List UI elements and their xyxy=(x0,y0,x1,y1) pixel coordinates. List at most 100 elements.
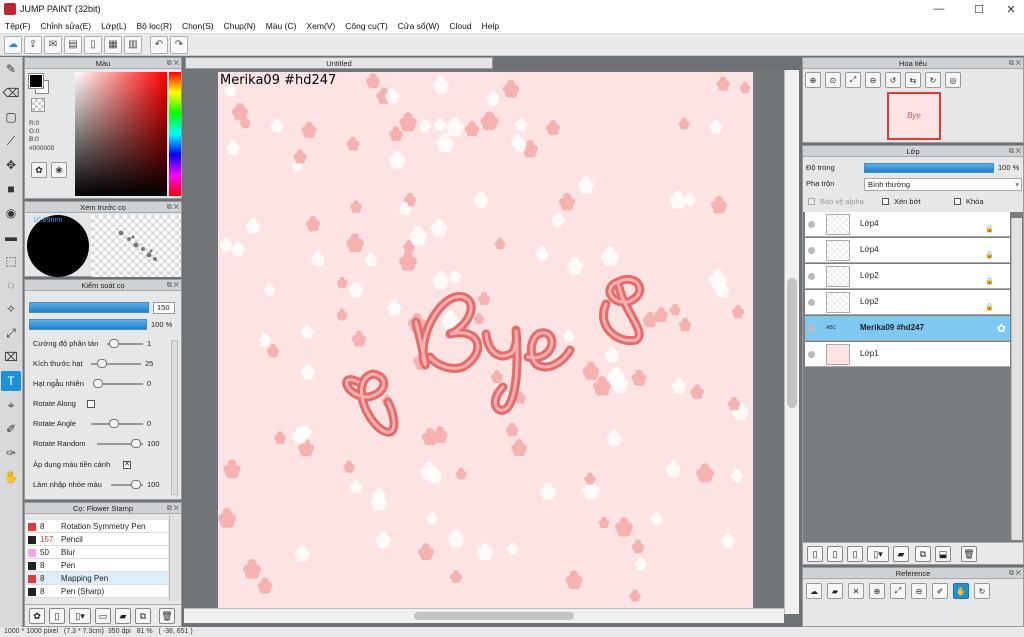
brush-opacity-slider[interactable] xyxy=(29,319,147,330)
grid-icon[interactable]: ▦ xyxy=(104,35,122,54)
eyedropper-tool-icon[interactable]: ✐ xyxy=(1,419,21,439)
zoom-in-icon[interactable]: ⊕ xyxy=(805,72,821,88)
brush-menu-icon[interactable]: ▯▾ xyxy=(69,608,91,624)
canvas-paper[interactable]: Merika09 #hd247 xyxy=(218,72,753,608)
comment-icon[interactable]: ✉ xyxy=(44,35,62,54)
reference-zoom-in-icon[interactable]: ⊕ xyxy=(869,583,885,599)
menu-window[interactable]: Cửa sổ(W) xyxy=(393,21,445,31)
brush-settings-icon[interactable]: ✿ xyxy=(29,608,45,624)
line-tool-icon[interactable]: ⟋ xyxy=(1,131,21,151)
visibility-icon[interactable] xyxy=(808,273,815,280)
transparent-swatch[interactable] xyxy=(31,98,45,112)
layer-list-scrollbar[interactable] xyxy=(1011,218,1022,540)
move-tool-icon[interactable]: ✥ xyxy=(1,155,21,175)
redo-icon[interactable]: ↷ xyxy=(170,35,188,54)
reference-hand-icon[interactable]: ✋ xyxy=(953,583,969,599)
hand-tool-icon[interactable]: ✋ xyxy=(1,467,21,487)
size-value[interactable]: 150 xyxy=(153,302,175,314)
menu-view[interactable]: Xem(V) xyxy=(301,21,340,31)
canvas-vertical-scrollbar[interactable] xyxy=(784,70,799,614)
visibility-icon[interactable] xyxy=(808,325,815,332)
layer-lock-icon[interactable]: 🔒 xyxy=(985,251,994,259)
minimize-button[interactable]: — xyxy=(922,0,956,18)
blend-mode-select[interactable]: Bình thường ▾ xyxy=(864,178,1022,191)
magic-wand-tool-icon[interactable]: ✧ xyxy=(1,299,21,319)
select-pen-tool-icon[interactable]: ⤢ xyxy=(1,323,21,343)
lock-checkbox[interactable] xyxy=(954,198,961,205)
saturation-value-picker[interactable] xyxy=(75,72,167,196)
export-icon[interactable]: ⇪ xyxy=(24,35,42,54)
menu-layer[interactable]: Lớp(L) xyxy=(96,21,131,31)
reference-cloud-icon[interactable]: ☁ xyxy=(806,583,822,599)
fill-select-tool-icon[interactable]: ⌖ xyxy=(1,395,21,415)
menu-capture[interactable]: Chụp(N) xyxy=(219,21,261,31)
brush-duplicate-icon[interactable]: ⧉ xyxy=(135,608,151,624)
text-tool-icon[interactable]: T xyxy=(1,371,21,391)
layer-lock-icon[interactable]: 🔒 xyxy=(985,303,994,311)
reference-fit-icon[interactable]: ⤢ xyxy=(890,583,906,599)
visibility-icon[interactable] xyxy=(808,221,815,228)
panel-buttons-icon[interactable]: ⧉ ✕ xyxy=(1009,568,1021,579)
undo-icon[interactable]: ↶ xyxy=(150,35,168,54)
layer-row[interactable]: Lớp2 🔒 xyxy=(805,264,1010,289)
color-wheel-icon[interactable]: ✿ xyxy=(31,162,47,178)
visibility-icon[interactable] xyxy=(808,299,815,306)
palette-icon[interactable]: ❀ xyxy=(51,162,67,178)
brush-item[interactable]: 50 Blur xyxy=(26,546,168,559)
panel-buttons-icon[interactable]: ⧉ ✕ xyxy=(167,58,179,69)
brush-tool-icon[interactable]: ✎ xyxy=(1,59,21,79)
new-layer-2-icon[interactable]: ▯ xyxy=(827,546,843,562)
menu-help[interactable]: Help xyxy=(477,21,504,31)
flip-icon[interactable]: ⇆ xyxy=(905,72,921,88)
rectangle-tool-icon[interactable]: ▢ xyxy=(1,107,21,127)
menu-select[interactable]: Chọn(S) xyxy=(177,21,219,31)
brush-folder-icon[interactable]: ▰ xyxy=(115,608,131,624)
protect-alpha-checkbox[interactable] xyxy=(808,198,815,205)
panel-buttons-icon[interactable]: ⧉ ✕ xyxy=(167,503,179,514)
apply-fg-color-checkbox[interactable]: ✕ xyxy=(123,461,131,469)
merge-layer-icon[interactable]: ⬓ xyxy=(935,546,951,562)
panel-buttons-icon[interactable]: ⧉ ✕ xyxy=(167,280,179,291)
visibility-icon[interactable] xyxy=(808,351,815,358)
menu-color[interactable]: Màu (C) xyxy=(261,21,302,31)
zoom-100-icon[interactable]: ⊙ xyxy=(825,72,841,88)
visibility-icon[interactable] xyxy=(808,247,815,254)
brush-copy-icon[interactable]: ▭ xyxy=(95,608,111,624)
reset-view-icon[interactable]: ◎ xyxy=(945,72,961,88)
menu-file[interactable]: Tệp(F) xyxy=(0,21,36,31)
pen-tool-icon[interactable]: ✑ xyxy=(1,443,21,463)
clipping-checkbox[interactable] xyxy=(882,198,889,205)
delete-brush-icon[interactable]: 🗑 xyxy=(159,608,175,624)
close-button[interactable]: ✕ xyxy=(994,0,1024,18)
rotate-left-icon[interactable]: ↺ xyxy=(885,72,901,88)
eraser-tool-icon[interactable]: ⌫ xyxy=(1,83,21,103)
document-tab[interactable]: Untitled xyxy=(185,57,493,69)
brush-list-scrollbar[interactable] xyxy=(169,515,180,601)
maximize-button[interactable]: ☐ xyxy=(962,0,996,18)
layer-folder-icon[interactable]: ▰ xyxy=(893,546,909,562)
hue-slider[interactable] xyxy=(169,72,181,196)
panel-icon[interactable]: ▤ xyxy=(64,35,82,54)
rotate-right-icon[interactable]: ↻ xyxy=(925,72,941,88)
panel-buttons-icon[interactable]: ⧉ ✕ xyxy=(1009,146,1021,157)
brush-item[interactable]: 157 Pencil xyxy=(26,533,168,546)
color-blend-knob[interactable] xyxy=(131,480,141,489)
menu-edit[interactable]: Chỉnh sửa(E) xyxy=(36,21,97,31)
reference-rotate-icon[interactable]: ↻ xyxy=(974,583,990,599)
scatter-knob[interactable] xyxy=(109,339,119,348)
lasso-tool-icon[interactable]: ◌ xyxy=(1,275,21,295)
fill-tool-icon[interactable]: ■ xyxy=(1,179,21,199)
canvas-horizontal-scrollbar[interactable] xyxy=(184,608,784,623)
particle-size-knob[interactable] xyxy=(97,359,107,368)
menu-tools[interactable]: Công cụ(T) xyxy=(340,21,393,31)
select-rect-tool-icon[interactable]: ⬚ xyxy=(1,251,21,271)
layer-row[interactable]: Lớp1 xyxy=(805,342,1010,367)
menu-filter[interactable]: Bộ lọc(R) xyxy=(132,21,177,31)
gear-icon[interactable]: ✿ xyxy=(997,322,1006,335)
navigator-thumbnail[interactable]: Bye xyxy=(887,92,941,140)
new-brush-icon[interactable]: ▯ xyxy=(49,608,65,624)
layer-menu-icon[interactable]: ▯▾ xyxy=(867,546,889,562)
brush-item[interactable]: 8 Pen (Sharp) xyxy=(26,585,168,598)
random-particle-knob[interactable] xyxy=(93,379,103,388)
layer-lock-icon[interactable]: 🔒 xyxy=(985,225,994,233)
